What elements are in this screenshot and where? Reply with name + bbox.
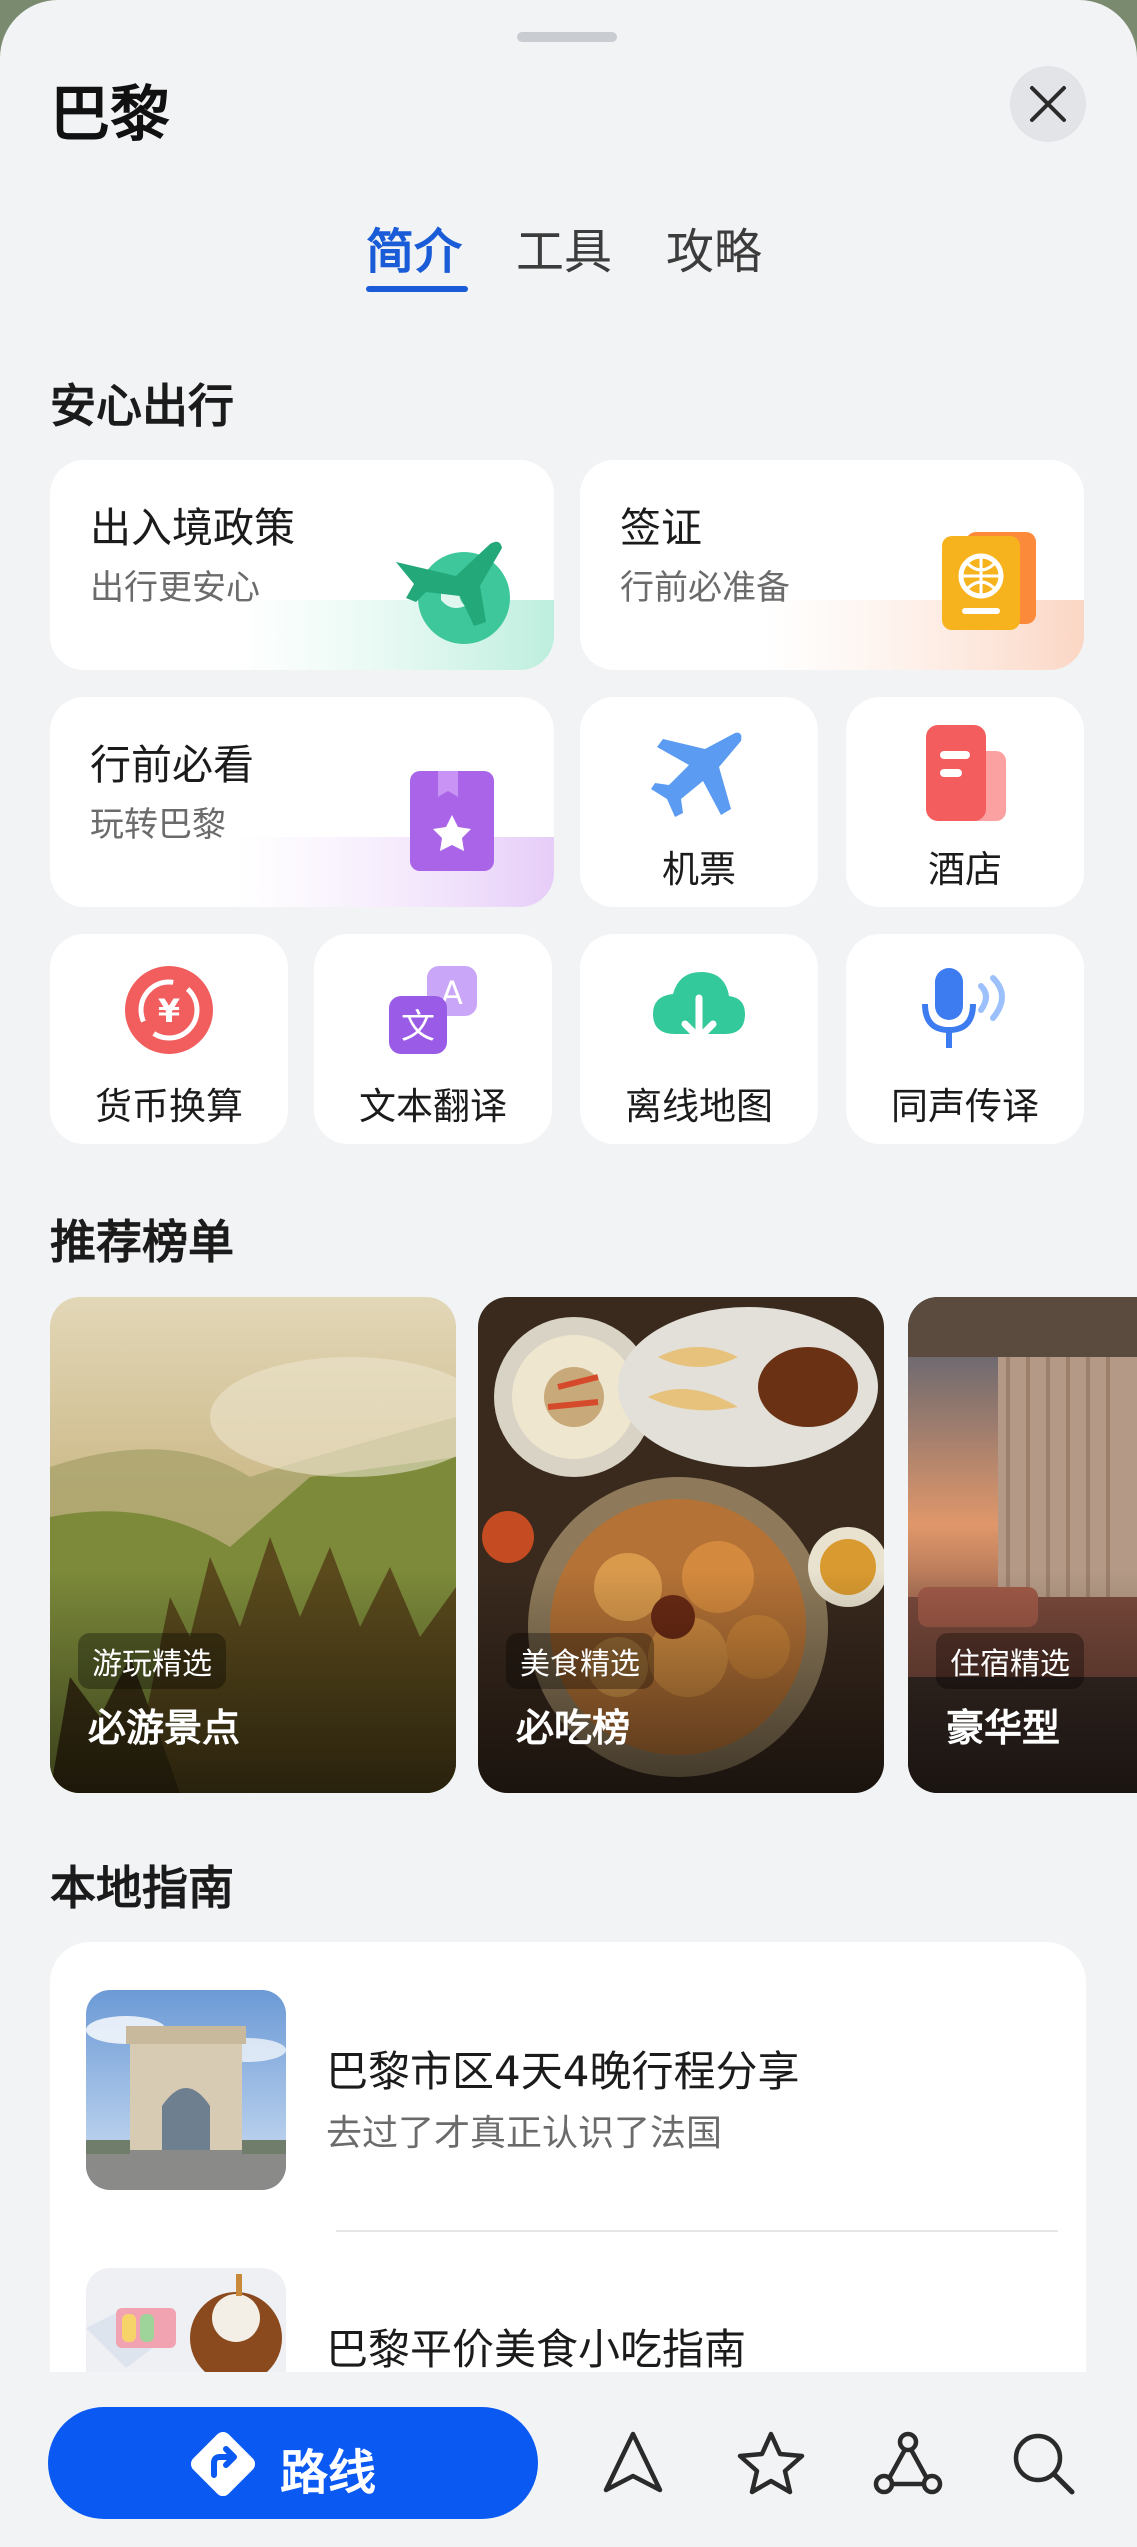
route-diamond-icon	[190, 2431, 256, 2497]
guide-divider	[336, 2230, 1058, 2232]
guidebook-icon	[410, 771, 494, 871]
card-title: 行前必看	[90, 741, 254, 789]
route-label: 路线	[280, 2445, 377, 2501]
tool-interpret[interactable]: 同声传译	[846, 934, 1084, 1144]
card-subtitle: 玩转巴黎	[90, 805, 226, 845]
text-translate-icon: A 文	[389, 966, 477, 1054]
navigate-icon[interactable]	[600, 2430, 666, 2496]
section-title-safe-travel: 安心出行	[50, 379, 234, 433]
favorite-star-icon[interactable]	[736, 2430, 806, 2496]
svg-text:¥: ¥	[158, 992, 180, 1030]
guide-thumb-arc[interactable]	[86, 1990, 286, 2190]
page-title: 巴黎	[50, 80, 170, 150]
flights-label: 机票	[662, 848, 736, 891]
hotel-card[interactable]: 酒店	[846, 697, 1084, 907]
arc-de-triomphe-photo	[86, 1990, 286, 2190]
section-title-local-guide: 本地指南	[50, 1861, 234, 1915]
tool-label: 同声传译	[891, 1085, 1039, 1128]
tab-tools[interactable]: 工具	[516, 212, 612, 282]
plane-globe-icon	[396, 541, 510, 644]
rec-tag: 美食精选	[506, 1633, 654, 1689]
hotel-label: 酒店	[928, 848, 1002, 891]
drag-handle[interactable]	[517, 32, 617, 42]
tool-currency[interactable]: ¥ 货币换算	[50, 934, 288, 1144]
card-title: 签证	[620, 504, 702, 552]
svg-text:文: 文	[401, 1007, 435, 1047]
rec-title: 必吃榜	[516, 1706, 631, 1750]
hotel-icon	[926, 725, 1006, 821]
rec-tag: 游玩精选	[78, 1633, 226, 1689]
passport-icon	[942, 532, 1036, 630]
bottom-action-bar: 路线	[0, 2372, 1137, 2547]
tab-intro[interactable]: 简介	[366, 212, 462, 282]
airplane-icon	[651, 732, 742, 817]
share-route-icon[interactable]	[872, 2430, 944, 2496]
simultaneous-interpret-icon	[922, 968, 1005, 1048]
active-tab-indicator	[366, 286, 468, 292]
rec-card-food[interactable]: 美食精选 必吃榜	[478, 1297, 884, 1793]
card-glow	[234, 837, 554, 907]
tool-label: 文本翻译	[359, 1085, 507, 1128]
guide-subtitle: 去过了才真正认识了法国	[326, 2113, 723, 2154]
rec-title: 豪华型	[946, 1706, 1061, 1750]
tool-offline-map[interactable]: 离线地图	[580, 934, 818, 1144]
section-title-recommend: 推荐榜单	[50, 1215, 234, 1269]
tool-label: 离线地图	[625, 1085, 773, 1128]
route-button[interactable]: 路线	[48, 2407, 538, 2519]
pretrip-card[interactable]: 行前必看 玩转巴黎	[50, 697, 554, 907]
city-sheet: 巴黎 简介 工具 攻略 安心出行 出入境政策 出行更安心 签证 行前必准备 行前…	[0, 0, 1137, 2547]
tab-bar: 简介 工具 攻略	[0, 212, 1137, 296]
tab-guides[interactable]: 攻略	[666, 212, 762, 282]
rec-card-sights[interactable]: 游玩精选 必游景点	[50, 1297, 456, 1793]
rec-tag: 住宿精选	[936, 1633, 1084, 1689]
guide-title[interactable]: 巴黎市区4天4晚行程分享	[326, 2038, 799, 2099]
entry-policy-card[interactable]: 出入境政策 出行更安心	[50, 460, 554, 670]
currency-exchange-icon: ¥	[125, 966, 213, 1054]
close-button[interactable]	[1010, 66, 1086, 142]
card-title: 出入境政策	[90, 504, 295, 552]
offline-map-icon	[653, 972, 745, 1042]
rec-title: 必游景点	[88, 1706, 241, 1750]
rec-card-hotel[interactable]: 住宿精选 豪华型	[908, 1297, 1137, 1793]
guide-title[interactable]: 巴黎平价美食小吃指南	[326, 2316, 746, 2377]
search-icon[interactable]	[1010, 2430, 1078, 2498]
visa-card[interactable]: 签证 行前必准备	[580, 460, 1084, 670]
flights-card[interactable]: 机票	[580, 697, 818, 907]
tool-label: 货币换算	[95, 1085, 243, 1128]
close-icon	[1030, 86, 1066, 122]
tool-translate[interactable]: A 文 文本翻译	[314, 934, 552, 1144]
